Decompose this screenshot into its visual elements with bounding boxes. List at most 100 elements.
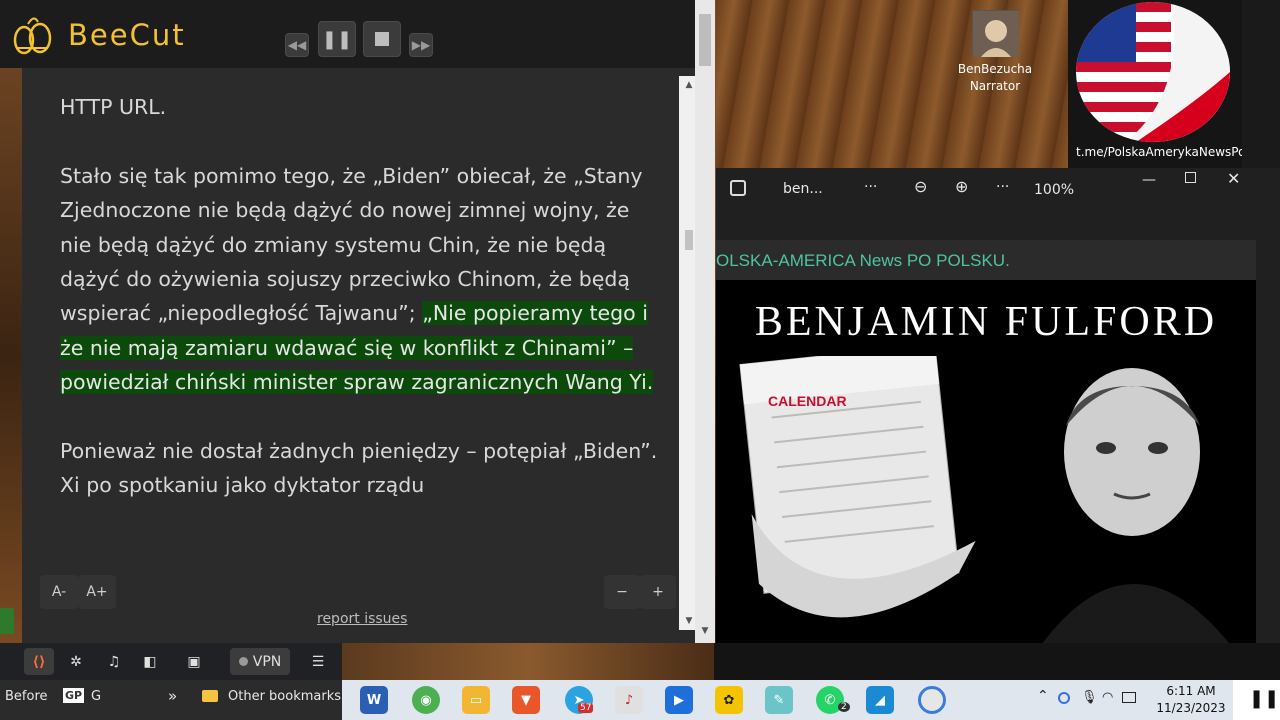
microphone-icon[interactable]: 🎙 bbox=[1081, 690, 1098, 705]
reader-scrollbar-thumb[interactable] bbox=[685, 230, 693, 250]
sidebar-icon: ◧ bbox=[143, 653, 157, 670]
rewind-icon: ◀◀ bbox=[287, 38, 307, 52]
media-player-icon[interactable] bbox=[918, 686, 946, 714]
clock-date: 11/23/2023 bbox=[1156, 701, 1226, 715]
fast-forward-icon: ▶▶ bbox=[411, 38, 431, 52]
brave-browser-icon[interactable]: ▼ bbox=[512, 686, 540, 714]
sidebar-button[interactable]: ◧ bbox=[136, 648, 164, 675]
image-viewer-window: ben... ··· ⊖ ⊕ ··· 100% — ✕ OLSKA-AMERIC… bbox=[716, 168, 1280, 652]
paragraph-1: HTTP URL. bbox=[60, 95, 167, 119]
vpn-button[interactable]: VPN bbox=[230, 648, 290, 675]
puzzle-icon: ✲ bbox=[70, 653, 82, 670]
minimize-icon[interactable]: — bbox=[1142, 172, 1156, 188]
word-icon[interactable]: W bbox=[360, 686, 388, 714]
photo-app-icon[interactable]: ◢ bbox=[866, 686, 894, 714]
notes-app-icon[interactable]: ✎ bbox=[765, 686, 793, 714]
app-title: BeeCut bbox=[68, 18, 186, 52]
menu-button[interactable]: ☰ bbox=[304, 648, 332, 675]
stop-button[interactable] bbox=[363, 21, 401, 57]
browser-toolbar: ⟨⟩ ✲ ♫ ◧ ▣ VPN ☰ bbox=[0, 643, 342, 680]
media-button[interactable]: ♫ bbox=[100, 648, 128, 675]
zoom-in-icon[interactable]: ⊕ bbox=[955, 177, 968, 196]
window-scrollbar-thumb[interactable] bbox=[699, 14, 711, 66]
gallery-icon[interactable] bbox=[730, 180, 746, 196]
rewind-button[interactable]: ◀◀ bbox=[285, 33, 309, 57]
viewer-toolbar: ben... ··· ⊖ ⊕ ··· 100% — ✕ bbox=[716, 168, 1280, 212]
minus-button[interactable]: − bbox=[604, 575, 640, 609]
bee-logo-icon bbox=[13, 17, 52, 55]
font-decrease-button[interactable]: A- bbox=[40, 575, 78, 609]
narrator-name: BenBezucha bbox=[957, 62, 1033, 76]
beecut-extension-button[interactable]: ⟨⟩ bbox=[24, 648, 54, 675]
narrator-portrait-icon bbox=[973, 11, 1019, 57]
wifi-icon[interactable]: ◠ bbox=[1102, 690, 1113, 705]
wallet-button[interactable]: ▣ bbox=[180, 648, 208, 675]
vpn-label: VPN bbox=[252, 653, 282, 670]
folder-icon bbox=[202, 690, 218, 702]
tray-app-icon[interactable] bbox=[1058, 692, 1070, 704]
telegram-badge: 57 bbox=[578, 703, 594, 713]
viewer-filename: ben... bbox=[783, 181, 823, 197]
font-increase-button[interactable]: A+ bbox=[78, 575, 116, 609]
video-app-icon[interactable]: ▶ bbox=[665, 686, 693, 714]
reader-text-area[interactable]: HTTP URL. Stało się tak pomimo tego, że … bbox=[42, 76, 678, 630]
android-icon[interactable]: ◉ bbox=[412, 686, 440, 714]
maximize-icon[interactable] bbox=[1185, 172, 1196, 183]
bookmark-before[interactable]: Before bbox=[5, 689, 48, 704]
stop-icon bbox=[375, 32, 389, 46]
bookmarks-bar: Before GP G » Other bookmarks bbox=[0, 680, 342, 720]
pause-icon: ❚❚ bbox=[1249, 688, 1280, 709]
wallpaper-wood-bottom bbox=[342, 643, 714, 680]
close-icon[interactable]: ✕ bbox=[1227, 169, 1240, 188]
bookmarks-overflow-button[interactable]: » bbox=[168, 687, 177, 705]
plus-button[interactable]: + bbox=[640, 575, 676, 609]
news-banner: OLSKA-AMERICA News PO POLSKU. bbox=[716, 240, 1256, 280]
report-issues-link[interactable]: report issues bbox=[317, 611, 407, 627]
notification-area[interactable]: ❚❚ bbox=[1233, 680, 1280, 720]
display-icon[interactable] bbox=[1122, 692, 1136, 703]
narrator-role: Narrator bbox=[969, 79, 1021, 93]
bookmark-g[interactable]: G bbox=[91, 689, 101, 704]
channel-url: t.me/PolskaAmerykaNewsPo bbox=[1076, 145, 1246, 159]
window-scroll-down-icon[interactable]: ▼ bbox=[695, 622, 715, 640]
bookmark-gp-icon: GP bbox=[63, 688, 85, 703]
window-scrollbar[interactable]: ▼ bbox=[695, 0, 715, 643]
music-note-icon: ♫ bbox=[107, 653, 121, 670]
fast-forward-button[interactable]: ▶▶ bbox=[409, 33, 433, 57]
viewer-options-button[interactable]: ··· bbox=[996, 179, 1009, 195]
wallet-icon: ▣ bbox=[187, 653, 201, 670]
us-poland-flag-icon bbox=[1076, 2, 1230, 142]
green-tab-edge bbox=[0, 608, 14, 634]
zoom-level: 100% bbox=[1034, 182, 1075, 198]
channel-logo: t.me/PolskaAmerykaNewsPo bbox=[1068, 0, 1246, 168]
paragraph-2: Stało się tak pomimo tego, że „Biden” ob… bbox=[60, 159, 660, 400]
clock-time: 6:11 AM bbox=[1166, 684, 1216, 698]
viewer-more-button[interactable]: ··· bbox=[864, 179, 877, 195]
extensions-button[interactable]: ✲ bbox=[62, 648, 90, 675]
beecut-header: BeeCut ◀◀ ❚❚ ▶▶ bbox=[0, 0, 695, 68]
desktop-edge bbox=[1242, 0, 1280, 168]
image-headline: BENJAMIN FULFORD bbox=[754, 299, 1218, 345]
bookmark-other[interactable]: Other bookmarks bbox=[228, 689, 341, 704]
tray-chevron-icon[interactable]: ⌃ bbox=[1037, 688, 1049, 704]
app-icon[interactable]: ♪ bbox=[615, 686, 643, 714]
vpn-status-icon bbox=[238, 657, 248, 666]
pause-button[interactable]: ❚❚ bbox=[318, 21, 356, 57]
calendar-label: CALENDAR bbox=[768, 393, 847, 409]
desktop-wallpaper-left bbox=[0, 68, 24, 643]
viewer-image: BENJAMIN FULFORD CALENDAR bbox=[716, 280, 1256, 652]
narrator-avatar bbox=[972, 10, 1019, 57]
beecut-extension-icon: ⟨⟩ bbox=[32, 653, 46, 670]
calendar-and-portrait-icon: CALENDAR bbox=[739, 356, 1236, 652]
viewer-footer bbox=[714, 643, 1280, 680]
whatsapp-badge: 2 bbox=[838, 702, 850, 712]
zoom-out-icon[interactable]: ⊖ bbox=[914, 177, 927, 196]
reader-panel: HTTP URL. Stało się tak pomimo tego, że … bbox=[22, 68, 699, 643]
narrator-label: BenBezucha Narrator bbox=[945, 61, 1045, 95]
pause-icon: ❚❚ bbox=[321, 28, 353, 50]
file-explorer-icon[interactable]: ▭ bbox=[462, 686, 490, 714]
beecut-taskbar-icon[interactable]: ✿ bbox=[715, 686, 743, 714]
hamburger-menu-icon: ☰ bbox=[311, 653, 325, 670]
paragraph-3: Ponieważ nie dostał żadnych pieniędzy – … bbox=[60, 439, 658, 498]
taskbar-clock[interactable]: 6:11 AM 11/23/2023 bbox=[1150, 683, 1232, 717]
